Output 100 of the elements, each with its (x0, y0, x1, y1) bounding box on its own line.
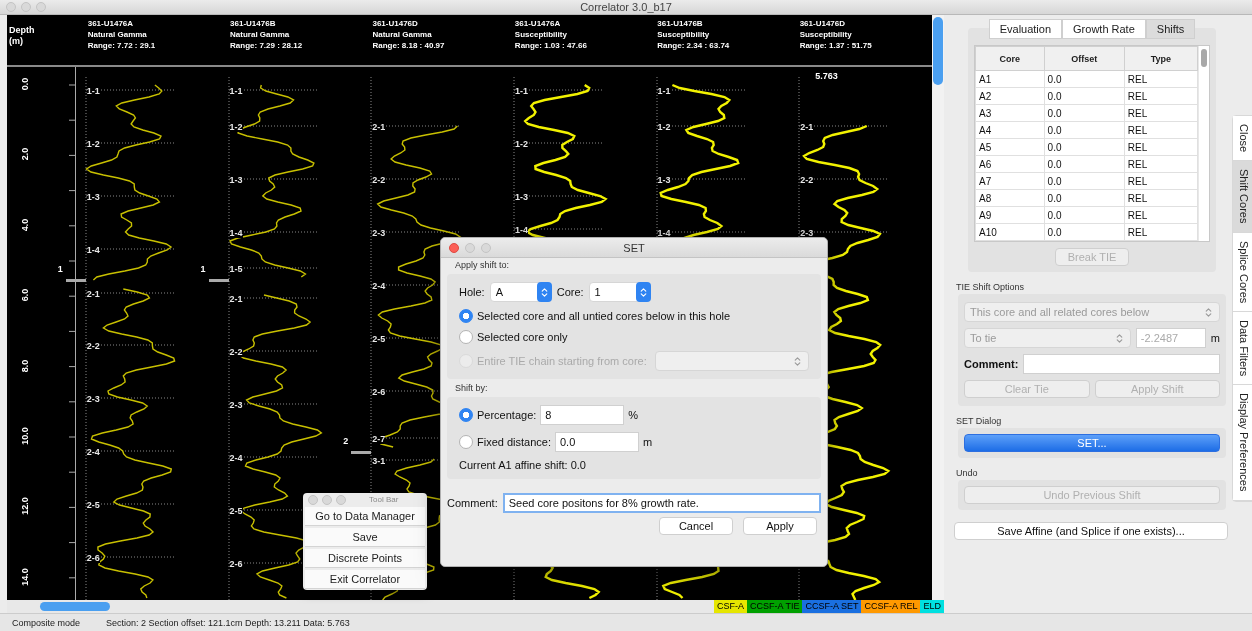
core-label: 1-3 (86, 192, 100, 202)
core-label: 2-1 (229, 294, 243, 304)
core-label: 1-3 (514, 192, 528, 202)
core-label: 1-4 (514, 225, 528, 235)
table-cell: 0.0 (1044, 172, 1125, 190)
table-cell: 0.0 (1044, 121, 1125, 139)
core-select[interactable]: 1 (588, 282, 651, 302)
tool-bar-button[interactable]: Go to Data Manager (305, 507, 425, 526)
core-label: 2-2 (229, 347, 243, 357)
core-label: 1-4 (86, 245, 100, 255)
comment-field[interactable]: Seed core positons for 8% growth rate. (502, 493, 821, 513)
table-cell: REL (1124, 223, 1198, 241)
unit-label: % (628, 409, 639, 421)
hole-name: 361-U1476D (799, 18, 845, 29)
table-cell: REL (1124, 206, 1198, 224)
hole-select[interactable]: A (489, 282, 552, 302)
tool-bar-button[interactable]: Save (305, 528, 425, 547)
hole-name: 361-U1476B (230, 18, 276, 29)
core-label: 1-1 (514, 86, 528, 96)
tool-bar-button[interactable]: Exit Correlator (305, 570, 425, 589)
tab[interactable]: Shifts (1145, 19, 1196, 39)
core-label: 1-1 (229, 86, 243, 96)
table-cell: REL (1124, 121, 1198, 139)
scrollbar-thumb[interactable] (40, 602, 110, 611)
section-label: Undo (956, 468, 979, 478)
table-cell: REL (1124, 172, 1198, 190)
table-cell: REL (1124, 138, 1198, 156)
zoom-button[interactable] (36, 2, 46, 12)
legend-item: CSF-A (714, 600, 748, 613)
table-cell: A1 (975, 70, 1045, 88)
zoom-button[interactable] (481, 242, 491, 253)
radio-button[interactable] (459, 408, 473, 422)
close-button[interactable] (449, 242, 459, 253)
hole-name: 361-U1476D (372, 18, 418, 29)
dialog-button[interactable]: Cancel (659, 517, 733, 535)
depth-tick-label: 4.0 (20, 217, 30, 234)
minimize-button[interactable] (21, 2, 31, 12)
close-button[interactable] (6, 2, 16, 12)
minimize-button[interactable] (465, 242, 475, 253)
core-label: 1-1 (657, 86, 671, 96)
depth-tick-label: 10.0 (20, 426, 30, 447)
table-cell: A4 (975, 121, 1045, 139)
table-cell: A3 (975, 104, 1045, 122)
tool-bar-title: Tool Bar (369, 495, 399, 504)
core-label: 2-7 (372, 434, 386, 444)
range-text: Range: 7.29 : 28.12 (230, 40, 303, 51)
table-cell: A10 (975, 223, 1045, 241)
depth-tick-label: 6.0 (20, 287, 30, 304)
scrollbar-thumb[interactable] (933, 17, 943, 85)
option-label: Selected core only (477, 331, 568, 343)
core-label: 2-1 (372, 122, 386, 132)
zoom-button[interactable] (336, 494, 346, 505)
current-shift-text: Current A1 affine shift: 0.0 (459, 459, 587, 471)
table-cell: REL (1124, 87, 1198, 105)
core-label: 1-5 (229, 264, 243, 274)
table-cell: 0.0 (1044, 155, 1125, 173)
table-cell: 0.0 (1044, 104, 1125, 122)
tab[interactable]: Evaluation (988, 19, 1063, 39)
dialog-title: SET (623, 241, 645, 254)
core-label: 1-3 (657, 175, 671, 185)
tab[interactable]: Growth Rate (1062, 19, 1146, 39)
core-chain-select[interactable] (654, 351, 809, 371)
close-button[interactable] (308, 494, 318, 505)
tool-bar-button[interactable]: Discrete Points (305, 549, 425, 568)
value-field[interactable]: 8 (540, 405, 625, 425)
core-label: 2-6 (229, 559, 243, 569)
chevron-updown-icon (1203, 306, 1214, 318)
tie-marker-line (351, 451, 372, 454)
side-tab[interactable]: Shift Cores (1233, 161, 1252, 233)
table-cell: REL (1124, 70, 1198, 88)
core-label: 2-3 (86, 394, 100, 404)
table-cell: A6 (975, 155, 1045, 173)
comment-label: Comment: (964, 358, 1019, 370)
core-label: 2-6 (372, 387, 386, 397)
core-label: 2-1 (86, 289, 100, 299)
column-header[interactable]: Core (975, 46, 1045, 71)
radio-button[interactable] (459, 330, 473, 344)
set-button[interactable]: SET... (964, 434, 1220, 452)
column-header[interactable]: Type (1124, 46, 1198, 71)
table-cell: 0.0 (1044, 70, 1125, 88)
value-field[interactable]: 0.0 (555, 432, 639, 452)
status-info: Section: 2 Section offset: 121.1cm Depth: 13.211 Data: 5.763 (106, 617, 350, 628)
hole-name: 361-U1476A (87, 18, 134, 29)
scrollbar-thumb[interactable] (1201, 49, 1207, 67)
range-text: Range: 2.34 : 63.74 (657, 40, 730, 51)
range-text: Range: 8.18 : 40.97 (372, 40, 445, 51)
option-label: Entire TIE chain starting from core: (477, 355, 647, 367)
column-header[interactable]: Offset (1044, 46, 1125, 71)
table-cell: A2 (975, 87, 1045, 105)
dialog-button[interactable]: Apply (743, 517, 817, 535)
minimize-button[interactable] (322, 494, 332, 505)
side-tab[interactable]: Close (1233, 116, 1252, 162)
save-affine-button[interactable]: Save Affine (and Splice if one exists)... (954, 522, 1228, 540)
core-label: 2-2 (372, 175, 386, 185)
core-label: 3-1 (372, 456, 386, 466)
option-label: Percentage: (477, 409, 537, 421)
core-label: 2-3 (229, 400, 243, 410)
window-title: Correlator 3.0_b17 (580, 1, 672, 13)
radio-button[interactable] (459, 309, 473, 323)
radio-button[interactable] (459, 435, 473, 449)
